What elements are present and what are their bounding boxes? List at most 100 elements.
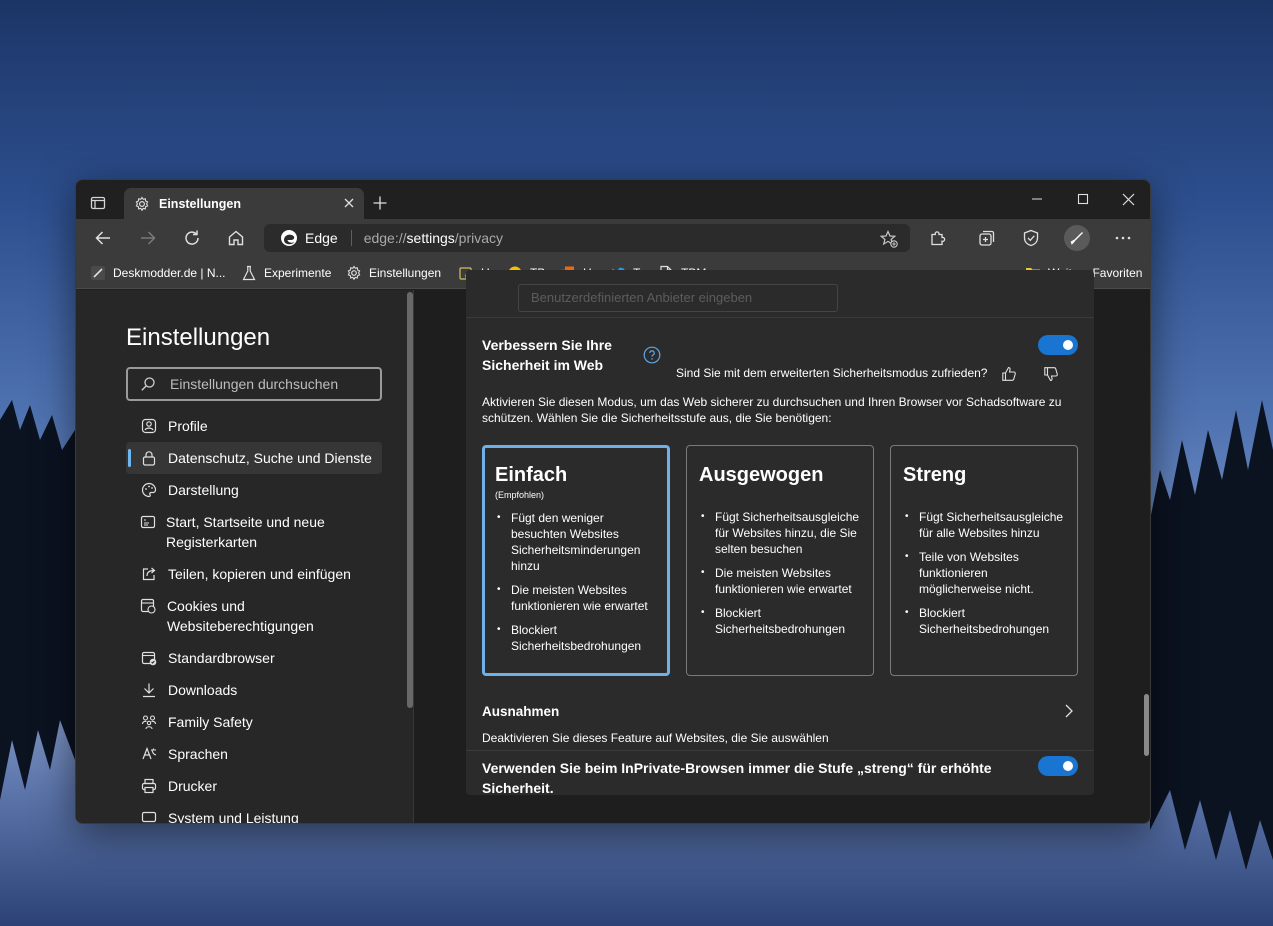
- sidebar-item-family-safety[interactable]: Family Safety: [126, 712, 382, 732]
- brush-icon: [1070, 232, 1083, 245]
- puzzle-icon: [931, 231, 946, 246]
- level-bullet: Fügt Sicherheitsausgleiche für alle Webs…: [903, 509, 1065, 541]
- chevron-right-icon[interactable]: [1062, 703, 1076, 724]
- gear-icon: [346, 265, 362, 281]
- tab-settings[interactable]: Einstellungen: [124, 188, 364, 219]
- settings-search-input[interactable]: Einstellungen durchsuchen: [126, 367, 382, 401]
- level-bullet: Fügt Sicherheitsausgleiche für Websites …: [699, 509, 861, 557]
- appearance-icon: [140, 480, 158, 498]
- exceptions-description: Deaktivieren Sie dieses Feature auf Webs…: [482, 731, 829, 745]
- profile-avatar[interactable]: [1064, 225, 1090, 251]
- page-title: Einstellungen: [126, 324, 271, 351]
- thumbs-down-icon[interactable]: [1043, 366, 1059, 387]
- browser-essentials-button[interactable]: [1022, 229, 1040, 247]
- settings-sidebar: Einstellungen Einstellungen durchsuchen …: [76, 290, 414, 823]
- favorite-item[interactable]: Deskmodder.de | N...: [90, 264, 226, 282]
- home-button[interactable]: [227, 229, 245, 247]
- level-bullet: Blockiert Sicherheitsbedrohungen: [495, 622, 657, 654]
- enhanced-security-title: Verbessern Sie Ihre Sicherheit im Web: [482, 337, 612, 373]
- forward-button[interactable]: [139, 230, 157, 246]
- more-options-button[interactable]: [1114, 230, 1132, 246]
- sidebar-item-appearance[interactable]: Darstellung: [126, 480, 382, 500]
- shield-heart-icon: [1023, 229, 1039, 247]
- sidebar-item-languages[interactable]: Sprachen: [126, 744, 382, 764]
- level-card-balanced[interactable]: Ausgewogen Fügt Sicherheitsausgleiche fü…: [686, 445, 874, 676]
- default-browser-icon: [140, 648, 158, 666]
- sidebar-item-profile[interactable]: Profile: [126, 416, 382, 436]
- level-title: Einfach: [495, 464, 568, 486]
- level-bullet: Blockiert Sicherheitsbedrohungen: [903, 605, 1065, 637]
- level-recommended-tag: (Empfohlen): [495, 490, 545, 500]
- plus-icon: [373, 196, 387, 210]
- extensions-button[interactable]: [929, 229, 947, 247]
- sidebar-item-downloads[interactable]: Downloads: [126, 680, 382, 700]
- divider: [466, 317, 1094, 318]
- close-tab-icon[interactable]: [343, 197, 355, 212]
- minimize-button[interactable]: [1031, 193, 1043, 205]
- help-icon[interactable]: [643, 346, 661, 369]
- flask-icon: [241, 265, 257, 281]
- collections-button[interactable]: [978, 229, 996, 247]
- sidebar-item-system[interactable]: System und Leistung: [126, 808, 382, 823]
- sidebar-item-printers[interactable]: Drucker: [126, 776, 382, 796]
- family-icon: [140, 712, 158, 730]
- favorite-item[interactable]: Einstellungen: [346, 264, 441, 282]
- back-button[interactable]: [94, 230, 112, 246]
- printer-icon: [140, 776, 158, 794]
- level-card-strict[interactable]: Streng Fügt Sicherheitsausgleiche für al…: [890, 445, 1078, 676]
- download-icon: [140, 680, 158, 698]
- level-card-basic[interactable]: Einfach (Empfohlen) Fügt den weniger bes…: [482, 445, 670, 676]
- sidebar-item-share[interactable]: Teilen, kopieren und einfügen: [126, 564, 382, 584]
- ellipsis-icon: [1115, 236, 1131, 240]
- inprivate-strict-toggle[interactable]: [1038, 756, 1078, 776]
- system-icon: [140, 808, 158, 823]
- profile-icon: [140, 416, 158, 434]
- site-identity-label: Edge: [305, 230, 338, 246]
- exceptions-title[interactable]: Ausnahmen: [482, 704, 559, 719]
- language-icon: [140, 744, 158, 762]
- level-title: Streng: [903, 464, 967, 486]
- maximize-button[interactable]: [1077, 193, 1089, 205]
- refresh-button[interactable]: [183, 229, 201, 247]
- divider: [466, 750, 1094, 751]
- new-tab-button[interactable]: [372, 195, 388, 211]
- search-icon: [140, 376, 156, 392]
- sidebar-item-privacy[interactable]: Datenschutz, Suche und Dienste: [126, 442, 382, 474]
- sidebar-item-default-browser[interactable]: Standardbrowser: [126, 648, 382, 668]
- edge-browser-window: Einstellungen Edge edge://settings/priva…: [75, 179, 1151, 824]
- share-icon: [140, 564, 158, 582]
- edge-logo-icon: [280, 229, 298, 247]
- level-bullet: Fügt den weniger besuchten Websites Sich…: [495, 510, 657, 574]
- level-bullet: Die meisten Websites funktionieren wie e…: [495, 582, 657, 614]
- content-scrollbar[interactable]: [1144, 694, 1149, 756]
- cookies-icon: [140, 596, 157, 614]
- deskmodder-icon: [90, 265, 106, 281]
- sidebar-scrollbar[interactable]: [407, 292, 413, 708]
- sidebar-item-start-home[interactable]: Start, Startseite und neue Registerkarte…: [126, 512, 382, 552]
- level-bullet: Blockiert Sicherheitsbedrohungen: [699, 605, 861, 637]
- level-title: Ausgewogen: [699, 464, 824, 486]
- level-bullet: Die meisten Websites funktionieren wie e…: [699, 565, 861, 597]
- tab-title: Einstellungen: [159, 196, 241, 211]
- address-separator: [350, 230, 352, 246]
- level-bullet: Teile von Websites funktionieren möglich…: [903, 549, 1065, 597]
- feedback-question: Sind Sie mit dem erweiterten Sicherheits…: [676, 366, 988, 380]
- enhanced-security-toggle[interactable]: [1038, 335, 1078, 355]
- add-favorite-icon[interactable]: [879, 230, 898, 251]
- lock-icon: [140, 450, 158, 466]
- navigation-toolbar: Edge edge://settings/privacy: [76, 219, 1150, 258]
- tab-actions-icon[interactable]: [90, 195, 106, 211]
- inprivate-strict-label: Verwenden Sie beim InPrivate-Browsen imm…: [482, 760, 992, 796]
- security-settings-card: Benutzerdefinierten Anbieter eingeben Ve…: [466, 270, 1094, 796]
- favorite-item[interactable]: Experimente: [241, 264, 331, 282]
- sidebar-item-cookies[interactable]: Cookies und Websiteberechtigungen: [126, 596, 382, 636]
- security-description: Aktivieren Sie diesen Modus, um das Web …: [482, 395, 1062, 425]
- gear-icon: [134, 196, 150, 212]
- newtab-icon: [140, 512, 156, 530]
- settings-page: Einstellungen Einstellungen durchsuchen …: [76, 270, 1150, 823]
- custom-provider-input[interactable]: Benutzerdefinierten Anbieter eingeben: [518, 284, 838, 312]
- close-window-button[interactable]: [1122, 193, 1135, 206]
- url-text: edge://settings/privacy: [363, 230, 504, 246]
- thumbs-up-icon[interactable]: [1001, 366, 1017, 387]
- address-bar[interactable]: Edge edge://settings/privacy: [264, 224, 910, 252]
